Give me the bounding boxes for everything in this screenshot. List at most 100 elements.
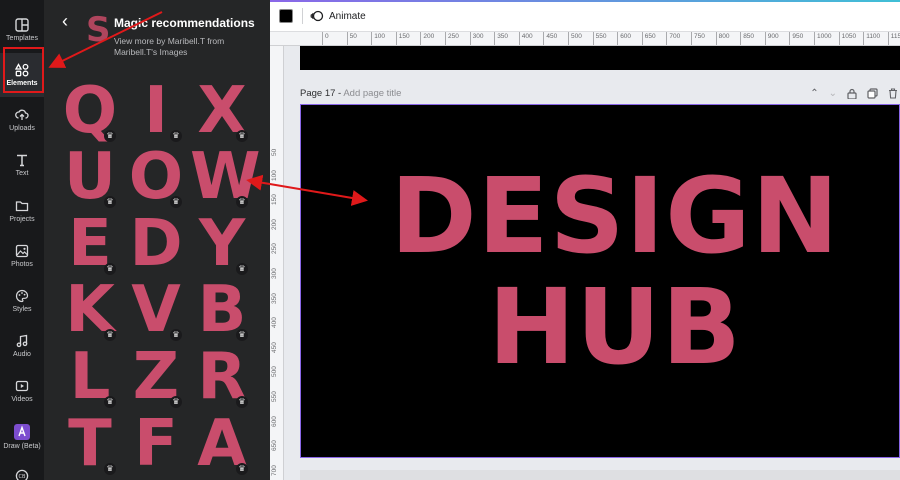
rail-item-app[interactable]: CB <box>0 459 44 480</box>
text-icon <box>0 153 44 167</box>
rail-item-uploads[interactable]: Uploads <box>0 98 44 142</box>
ruler-tick: 750 <box>691 32 705 45</box>
ruler-tick: 100 <box>371 32 385 45</box>
duplicate-page-icon[interactable] <box>867 88 878 102</box>
glitter-letter-tile[interactable]: W ♛ <box>190 144 261 210</box>
glitter-letter-tile[interactable]: O ♛ <box>124 144 186 210</box>
svg-text:CB: CB <box>19 474 26 480</box>
page-17-canvas[interactable]: DESIGN HUB <box>300 104 900 458</box>
ruler-tick: 800 <box>715 32 729 45</box>
ruler-tick: 200 <box>420 32 434 45</box>
ruler-tick: 300 <box>270 265 283 285</box>
ruler-tick: 200 <box>270 216 283 236</box>
ruler-tick: 600 <box>617 32 631 45</box>
color-swatch[interactable] <box>279 9 293 23</box>
rail-item-styles[interactable]: Styles <box>0 279 44 323</box>
partial-letter-tile[interactable]: S <box>86 10 111 50</box>
draw-icon <box>0 424 44 440</box>
panel-subtitle-link[interactable]: View more by Maribell.T from Maribell.T'… <box>114 36 244 58</box>
glitter-letter-tile[interactable]: E ♛ <box>58 211 120 277</box>
add-page-title-link[interactable]: Add page title <box>343 88 401 99</box>
ruler-tick-label: 200 <box>271 218 278 230</box>
design-text-line-1: DESIGN <box>390 155 840 277</box>
ruler-tick: 550 <box>270 388 283 408</box>
next-page-canvas[interactable] <box>300 470 900 480</box>
ruler-tick-label: 700 <box>271 464 278 476</box>
glitter-letter-tile[interactable]: T ♛ <box>58 411 120 477</box>
rail-item-audio[interactable]: Audio <box>0 324 44 368</box>
rail-item-label: Videos <box>11 396 33 403</box>
rail-item-text[interactable]: Text <box>0 143 44 187</box>
ruler-tick: 450 <box>270 339 283 359</box>
rail-item-templates[interactable]: Templates <box>0 8 44 52</box>
ruler-tick-label: 450 <box>271 341 278 353</box>
ruler-tick: 50 <box>346 32 357 45</box>
folder-icon <box>0 199 44 213</box>
rail-item-label: Draw (Beta) <box>3 443 41 450</box>
ruler-tick-label: 350 <box>271 292 278 304</box>
rail-item-photos[interactable]: Photos <box>0 234 44 278</box>
rail-item-label: Photos <box>11 261 33 268</box>
toolbar-divider <box>302 8 303 24</box>
top-toolbar: Animate <box>270 0 900 32</box>
ruler-tick: 150 <box>395 32 410 45</box>
canva-editor: Templates Elements Uploads Text Projects Phot… <box>0 0 900 480</box>
rail-item-label: Text <box>15 170 29 177</box>
glitter-letter-tile[interactable]: F <box>124 411 186 477</box>
ruler-tick-label: 300 <box>271 268 278 279</box>
rail-item-projects[interactable]: Projects <box>0 189 44 233</box>
video-icon <box>0 379 44 393</box>
palette-icon <box>0 289 44 303</box>
ruler-tick: 550 <box>592 32 606 45</box>
glitter-letter-tile[interactable]: Q ♛ <box>58 78 120 144</box>
glitter-letter-tile[interactable]: B ♛ <box>190 277 252 343</box>
glitter-letter-tile[interactable]: Y ♛ <box>190 211 252 277</box>
glitter-letter-tile[interactable]: K ♛ <box>58 277 120 343</box>
page-header: Page 17 - Add page title ⌃ ⌄ <box>300 88 900 102</box>
glitter-letter-tile[interactable]: I ♛ <box>124 78 186 144</box>
glitter-letter-tile[interactable]: V ♛ <box>124 277 186 343</box>
animate-button[interactable]: Animate <box>310 6 366 26</box>
ruler-tick: 400 <box>270 314 283 334</box>
ruler-tick: 250 <box>270 240 283 260</box>
glitter-letter-tile[interactable]: L ♛ <box>58 344 120 410</box>
glitter-letter-tile[interactable]: A ♛ <box>190 411 252 477</box>
glitter-letter-tile[interactable]: X ♛ <box>190 78 252 144</box>
chevron-down-icon[interactable]: ⌄ <box>829 88 837 102</box>
rail-item-videos[interactable]: Videos <box>0 369 44 413</box>
previous-page-canvas[interactable] <box>300 46 900 70</box>
back-chevron-icon[interactable]: ‹ <box>62 12 80 32</box>
rail-item-elements[interactable]: Elements <box>0 53 44 97</box>
upload-icon <box>0 108 44 122</box>
ruler-tick: 900 <box>764 32 779 45</box>
glitter-letter-tile[interactable]: D <box>124 211 186 277</box>
ruler-tick: 650 <box>270 437 283 457</box>
delete-page-icon[interactable] <box>888 88 898 102</box>
vertical-ruler[interactable]: 50 100 150 200 250 300 350 400 450 500 550 600 650 70… <box>270 46 284 480</box>
ruler-corner <box>270 32 296 46</box>
crown-icon: ♛ <box>104 463 116 475</box>
chevron-up-icon[interactable]: ⌃ <box>810 88 818 102</box>
horizontal-ruler[interactable]: 0 50 100 150 200 250 300 350 400 450 500 550 600 650 7… <box>296 32 900 46</box>
page-number: Page 17 <box>300 88 336 99</box>
design-hub-text[interactable]: DESIGN HUB <box>365 161 865 383</box>
ruler-tick: 1100 <box>863 32 880 45</box>
glitter-letter-tile[interactable]: U ♛ <box>58 144 120 210</box>
elements-icon <box>0 63 44 77</box>
rail-item-label: Elements <box>6 80 38 87</box>
elements-panel: S ‹ Magic recommendations View more by M… <box>44 0 270 480</box>
letter-glyph: F <box>134 407 178 480</box>
ruler-tick-label: 500 <box>271 366 278 378</box>
rail-item-draw-beta[interactable]: Draw (Beta) <box>0 414 44 458</box>
ruler-tick-label: 150 <box>271 194 278 206</box>
design-text-line-2: HUB <box>488 266 742 388</box>
ruler-tick: 1050 <box>838 32 856 45</box>
ruler-tick: 400 <box>518 32 533 45</box>
ruler-tick: 350 <box>270 290 283 310</box>
ruler-tick: 600 <box>270 413 283 433</box>
ruler-tick: 250 <box>445 32 459 45</box>
glitter-letter-tile[interactable]: Z ♛ <box>124 344 186 410</box>
animate-icon <box>310 10 324 22</box>
lock-icon[interactable] <box>847 88 857 102</box>
glitter-letter-tile[interactable]: R ♛ <box>190 344 252 410</box>
